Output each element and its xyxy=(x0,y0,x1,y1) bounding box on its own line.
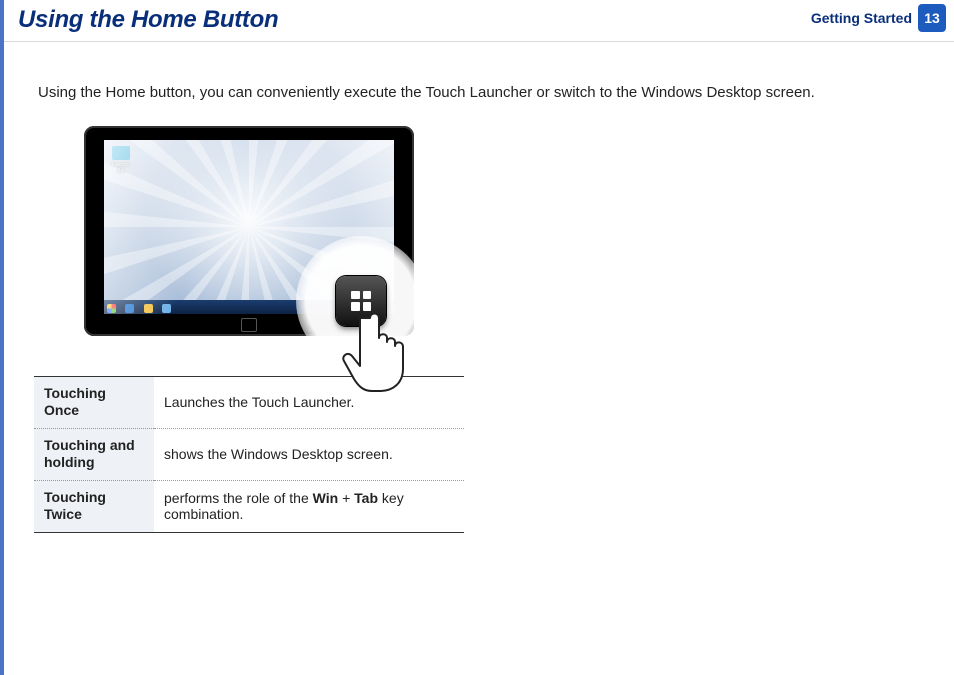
action-label: Touching Twice xyxy=(34,480,154,532)
intro-text: Using the Home button, you can convenien… xyxy=(4,42,954,120)
taskbar-app-icon xyxy=(125,304,134,313)
touch-hand-icon xyxy=(340,304,412,394)
tablet-figure: Recycle Bin xyxy=(84,126,414,346)
manual-page: Using the Home Button Getting Started 13… xyxy=(0,0,954,675)
page-header: Using the Home Button Getting Started 13 xyxy=(4,0,954,42)
table-row: Touching Twice performs the role of the … xyxy=(34,480,464,532)
taskbar-app-icon xyxy=(162,304,171,313)
action-description: Launches the Touch Launcher. xyxy=(154,376,464,428)
desktop-shortcut-icon: Recycle Bin xyxy=(110,146,132,172)
section-name: Getting Started xyxy=(811,10,912,26)
taskbar-app-icon xyxy=(144,304,153,313)
page-number-badge: 13 xyxy=(918,4,946,32)
page-title: Using the Home Button xyxy=(18,6,278,34)
hardware-home-button xyxy=(241,318,257,332)
action-label: Touching Once xyxy=(34,376,154,428)
table-row: Touching and holding shows the Windows D… xyxy=(34,428,464,480)
start-button-icon xyxy=(107,304,116,313)
header-right: Getting Started 13 xyxy=(811,4,954,32)
actions-table: Touching Once Launches the Touch Launche… xyxy=(34,376,464,533)
action-description: performs the role of the Win + Tab key c… xyxy=(154,480,464,532)
action-description: shows the Windows Desktop screen. xyxy=(154,428,464,480)
action-label: Touching and holding xyxy=(34,428,154,480)
